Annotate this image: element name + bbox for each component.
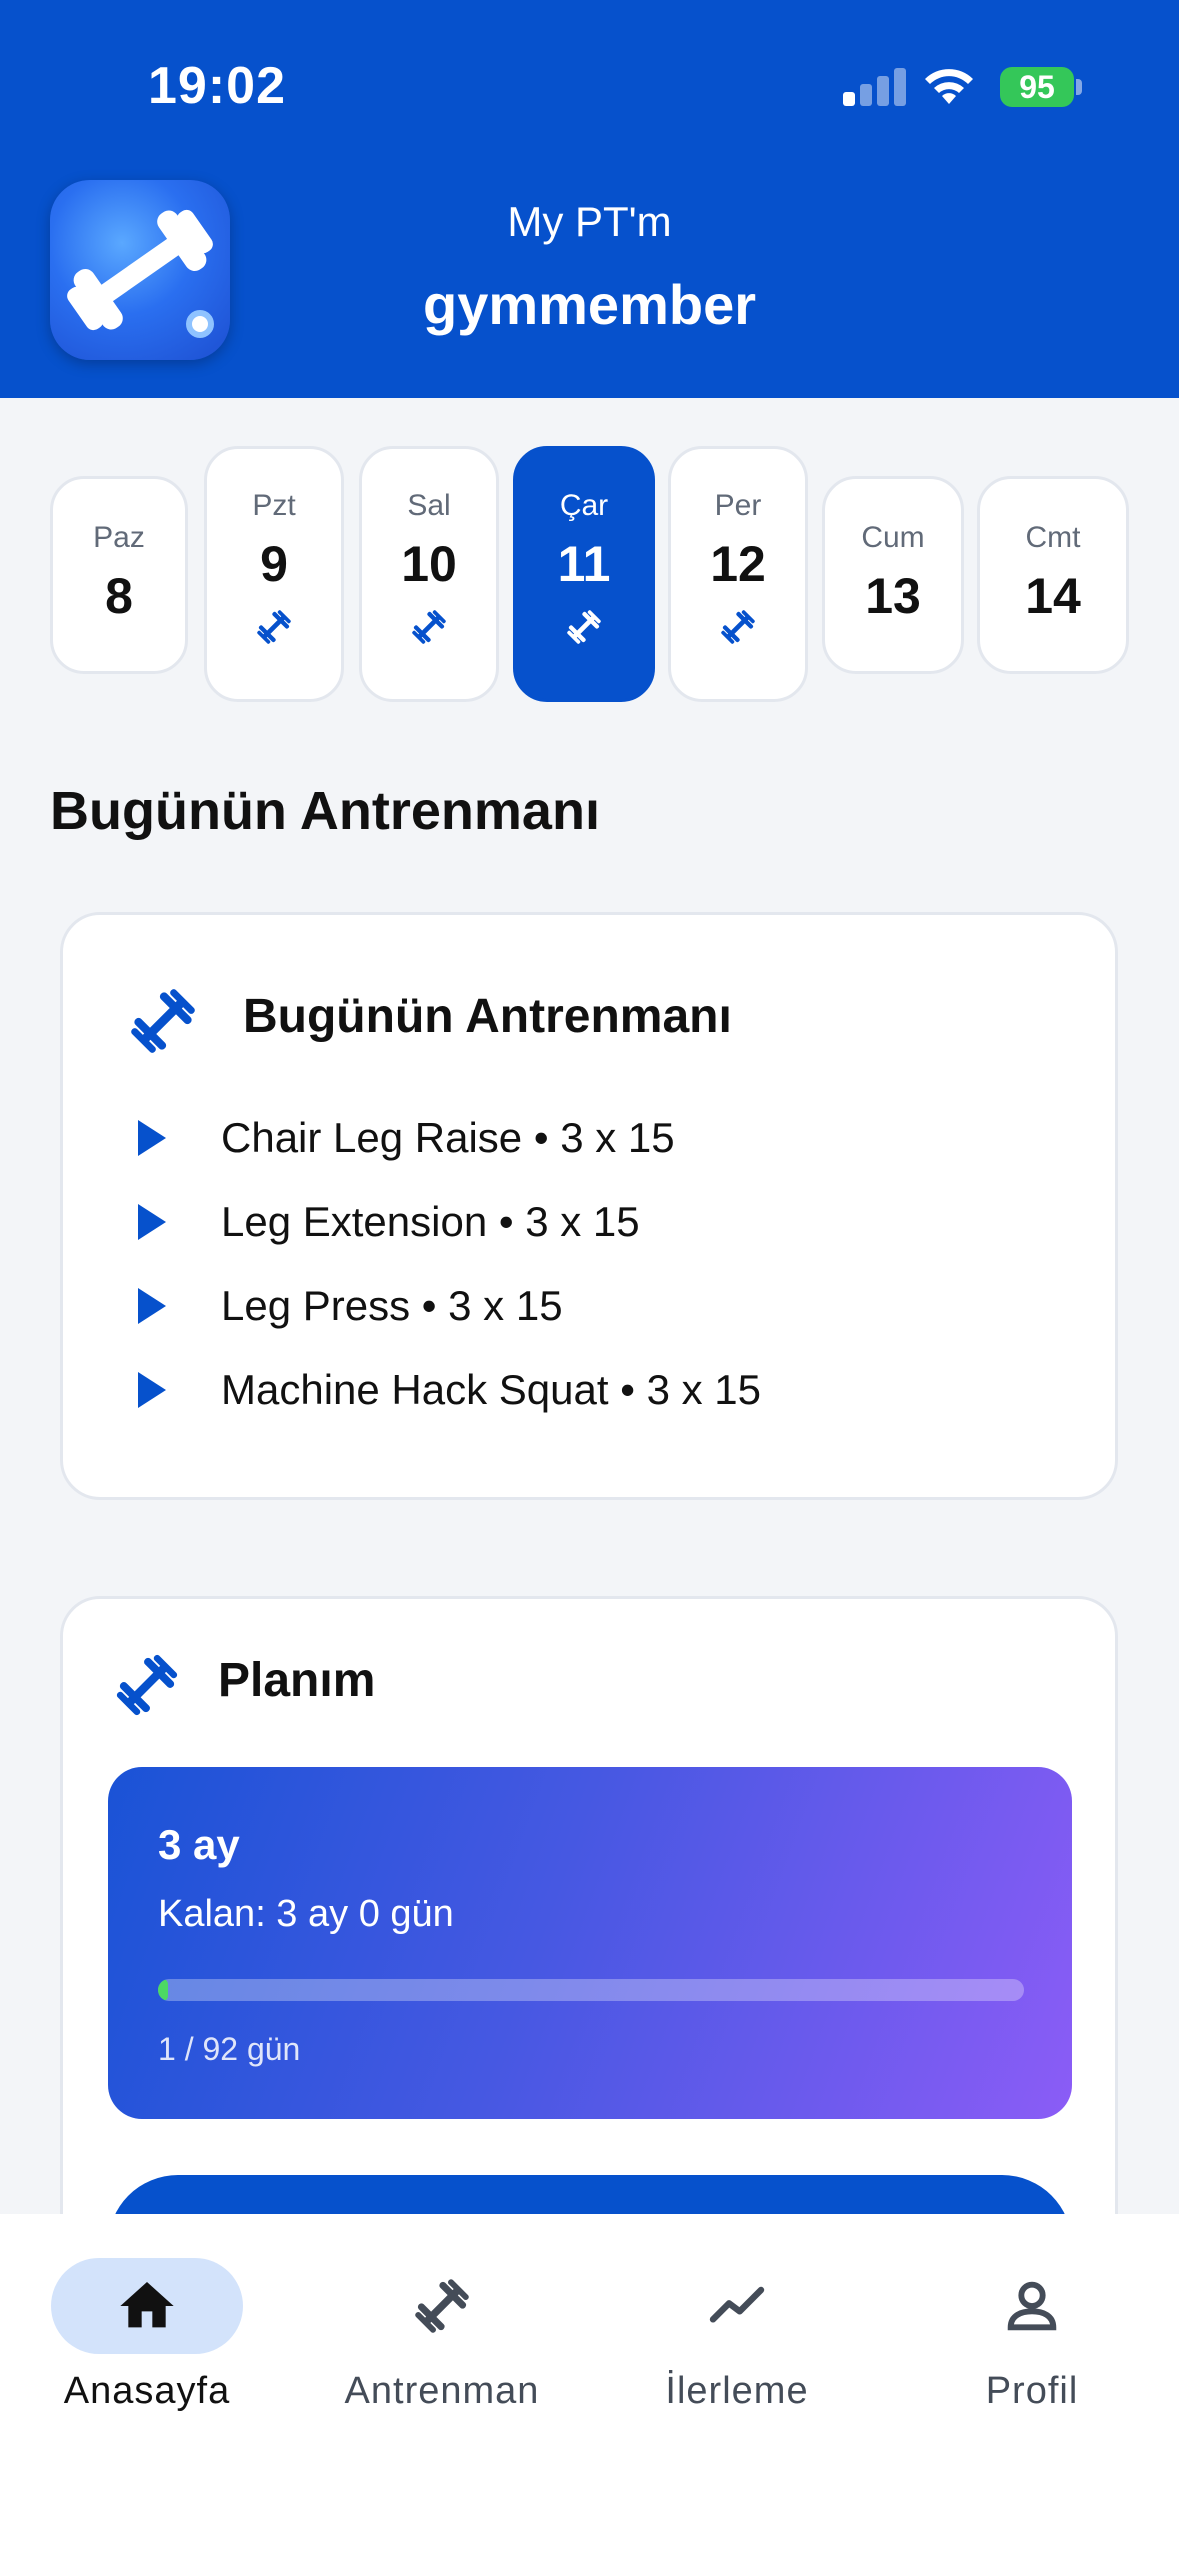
wifi-icon <box>925 69 973 104</box>
day-number: 9 <box>260 536 288 592</box>
list-item: Machine Hack Squat • 3 x 15 <box>138 1360 761 1420</box>
day-name: Paz <box>93 521 145 554</box>
section-title: Bugünün Antrenmanı <box>50 781 600 841</box>
day-number: 14 <box>1025 568 1081 624</box>
play-icon <box>138 1372 166 1408</box>
day-friday[interactable]: Cum 13 <box>822 476 964 674</box>
nav-label: Anasayfa <box>63 2370 231 2412</box>
day-wednesday[interactable]: Çar 11 <box>513 446 655 702</box>
day-number: 11 <box>557 536 611 592</box>
dumbbell-icon <box>111 1649 183 1721</box>
day-number: 10 <box>401 536 457 592</box>
plan-remaining: Kalan: 3 ay 0 gün <box>158 1893 454 1935</box>
nav-profile[interactable]: Profil <box>902 2258 1162 2413</box>
cellular-signal-icon <box>843 66 906 106</box>
play-icon <box>138 1288 166 1324</box>
dumbbell-icon <box>564 607 604 647</box>
plan-days-count: 1 / 92 gün <box>158 2031 301 2067</box>
play-icon <box>138 1120 166 1156</box>
day-name: Cum <box>861 521 925 554</box>
nav-home[interactable]: Anasayfa <box>17 2258 277 2413</box>
battery-level: 95 <box>1019 68 1055 105</box>
day-name: Cmt <box>1025 521 1081 554</box>
today-workout-card[interactable]: Bugünün Antrenmanı Chair Leg Raise • 3 x… <box>60 912 1118 1500</box>
play-icon <box>138 1204 166 1240</box>
dumbbell-icon <box>718 607 758 647</box>
plan-summary[interactable]: 3 ay Kalan: 3 ay 0 gün 1 / 92 gün <box>108 1767 1072 2119</box>
dumbbell-icon <box>254 607 294 647</box>
day-saturday[interactable]: Cmt 14 <box>977 476 1129 674</box>
exercise-text: Chair Leg Raise • 3 x 15 <box>221 1114 675 1161</box>
person-icon <box>1007 2281 1057 2331</box>
home-icon <box>120 2282 174 2328</box>
day-number: 12 <box>710 536 766 592</box>
exercise-text: Leg Press • 3 x 15 <box>221 1282 563 1329</box>
dumbbell-icon <box>410 2274 474 2338</box>
app-title: My PT'm <box>507 198 672 245</box>
day-name: Per <box>714 489 762 522</box>
battery-tip <box>1076 79 1082 95</box>
list-item: Leg Press • 3 x 15 <box>138 1276 563 1336</box>
day-name: Sal <box>407 489 451 522</box>
day-sunday[interactable]: Paz 8 <box>50 476 188 674</box>
battery-icon: 95 <box>1000 67 1074 107</box>
day-name: Pzt <box>252 489 296 522</box>
nav-progress[interactable]: İlerleme <box>607 2258 867 2413</box>
dumbbell-icon <box>409 607 449 647</box>
day-thursday[interactable]: Per 12 <box>668 446 808 702</box>
exercise-text: Leg Extension • 3 x 15 <box>221 1198 640 1245</box>
username: gymmember <box>422 273 757 336</box>
app-header: 19:02 95 My PT'm gymmember <box>0 0 1179 398</box>
plan-progress-fill <box>158 1979 168 2001</box>
day-tuesday[interactable]: Sal 10 <box>359 446 499 702</box>
nav-label: İlerleme <box>665 2370 809 2412</box>
status-time: 19:02 <box>148 57 286 115</box>
day-number: 8 <box>105 568 133 624</box>
nav-label: Antrenman <box>344 2370 540 2412</box>
nav-label: Profil <box>985 2370 1079 2412</box>
plan-name: 3 ay <box>158 1821 240 1868</box>
today-card-title: Bugünün Antrenmanı <box>243 990 732 1043</box>
plan-card-title: Planım <box>218 1654 376 1707</box>
trend-icon <box>709 2286 765 2323</box>
bottom-navigation: Anasayfa Antrenman İlerleme Profil <box>0 2214 1179 2556</box>
plan-progress-bar <box>158 1979 1024 2001</box>
list-item: Chair Leg Raise • 3 x 15 <box>138 1108 675 1168</box>
week-day-selector: Paz 8 Pzt 9 Sal 10 Çar 11 Per 12 Cum 13 … <box>0 446 1179 706</box>
dumbbell-icon <box>125 983 201 1059</box>
exercise-text: Machine Hack Squat • 3 x 15 <box>221 1366 761 1413</box>
day-number: 13 <box>865 568 921 624</box>
nav-workout[interactable]: Antrenman <box>312 2258 572 2413</box>
day-name: Çar <box>559 489 609 522</box>
list-item: Leg Extension • 3 x 15 <box>138 1192 640 1252</box>
day-monday[interactable]: Pzt 9 <box>204 446 344 702</box>
